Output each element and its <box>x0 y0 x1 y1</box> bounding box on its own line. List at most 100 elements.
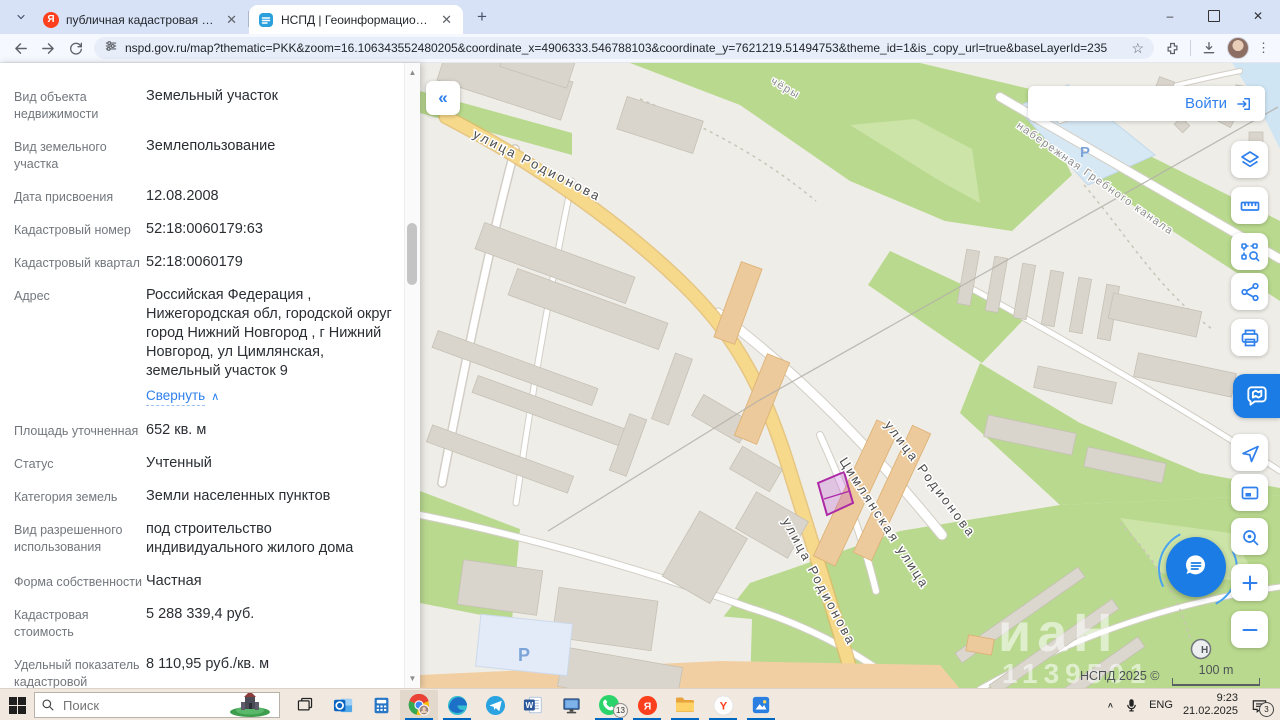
zoom-in-button[interactable] <box>1231 564 1268 601</box>
locate-button[interactable] <box>1231 434 1268 471</box>
zoom-out-button[interactable] <box>1231 611 1268 648</box>
system-tray: ∧ ENG 9:23 21.02.2025 3 <box>1107 692 1280 718</box>
print-icon <box>1239 327 1261 349</box>
download-icon[interactable] <box>1199 38 1219 58</box>
panel-collapse-button[interactable]: « <box>426 81 460 115</box>
reload-icon[interactable] <box>66 38 86 58</box>
area-search-button[interactable] <box>1231 233 1268 270</box>
language-indicator[interactable]: ENG <box>1149 699 1173 711</box>
scroll-up-icon[interactable]: ▲ <box>405 65 420 81</box>
attribute-label: Кадастровый квартал <box>14 253 142 272</box>
login-bar[interactable]: Войти <box>1028 86 1265 121</box>
share-button[interactable] <box>1231 273 1268 310</box>
search-highlight-image[interactable] <box>227 693 273 717</box>
attribute-label: Адрес <box>14 286 142 407</box>
close-icon[interactable]: ✕ <box>439 12 454 28</box>
tab-search-chevron-icon[interactable] <box>8 4 34 30</box>
watermark-label: иаН <box>998 603 1118 663</box>
start-button[interactable] <box>0 689 34 720</box>
calculator-button[interactable] <box>362 690 400 720</box>
map-basemap: улица Родионоваулица Родионоваулица Роди… <box>420 63 1280 689</box>
attribute-label: Вид объекта недвижимости <box>14 87 142 123</box>
maximize-button[interactable] <box>1192 0 1236 32</box>
photos-icon <box>751 695 771 715</box>
attribute-value: 8 110,95 руб./кв. м <box>146 655 392 689</box>
address-bar[interactable]: nspd.gov.ru/map?thematic=PKK&zoom=16.106… <box>94 37 1154 59</box>
whatsapp-badge: 13 <box>613 703 628 718</box>
zoom-out-icon <box>1239 619 1261 641</box>
svg-text:Я: Я <box>643 700 651 712</box>
overview-map-icon <box>1239 482 1261 504</box>
back-icon[interactable] <box>10 38 30 58</box>
tray-date: 21.02.2025 <box>1183 705 1238 718</box>
attribute-label: Кадастровый номер <box>14 220 142 239</box>
url-text[interactable]: nspd.gov.ru/map?thematic=PKK&zoom=16.106… <box>125 41 1124 55</box>
notification-center-button[interactable]: 3 <box>1248 694 1270 716</box>
search-on-map-button[interactable] <box>1231 518 1268 555</box>
calculator-icon <box>372 696 391 715</box>
chevron-up-icon[interactable]: ∧ <box>211 391 219 403</box>
panel-scrollbar[interactable]: ▲ ▼ <box>404 63 420 689</box>
search-input[interactable] <box>61 697 221 714</box>
explorer-icon <box>674 694 696 716</box>
overview-map-button[interactable] <box>1231 474 1268 511</box>
chat-button[interactable] <box>1166 537 1226 597</box>
word-icon: W <box>523 695 543 715</box>
ruler-icon <box>1239 195 1261 217</box>
attribute-value: Земельный участок <box>146 87 392 123</box>
outlook-button[interactable] <box>324 690 362 720</box>
taskview-button[interactable] <box>286 690 324 720</box>
area-search-icon <box>1239 241 1261 263</box>
chrome-button[interactable] <box>400 690 438 720</box>
photos-button[interactable] <box>742 690 780 720</box>
share-icon <box>1239 281 1261 303</box>
pc-button[interactable] <box>552 690 590 720</box>
outlook-icon <box>333 695 354 716</box>
taskbar-search[interactable] <box>34 692 280 718</box>
hidden-icons-chevron[interactable]: ∧ <box>1107 701 1114 709</box>
close-icon[interactable]: ✕ <box>224 12 239 28</box>
site-settings-icon[interactable] <box>104 39 118 58</box>
y-browser-button[interactable]: Y <box>704 690 742 720</box>
layers-button[interactable] <box>1231 141 1268 178</box>
explorer-button[interactable] <box>666 690 704 720</box>
toolbar-divider <box>1190 40 1191 56</box>
forward-icon[interactable] <box>38 38 58 58</box>
telegram-button[interactable] <box>476 690 514 720</box>
microphone-icon[interactable] <box>1124 698 1139 713</box>
scroll-down-icon[interactable]: ▼ <box>405 671 420 687</box>
map-canvas[interactable]: улица Родионоваулица Родионоваулица Роди… <box>420 63 1280 689</box>
attribute-value: 52:18:0060179:63 <box>146 220 392 239</box>
close-window-button[interactable]: ✕ <box>1236 0 1280 32</box>
word-button[interactable]: W <box>514 690 552 720</box>
new-tab-button[interactable]: + <box>469 4 495 30</box>
menu-kebab-icon[interactable]: ⋮ <box>1257 40 1270 56</box>
minimize-button[interactable]: – <box>1148 0 1192 32</box>
tab-label: НСПД | Геоинформационный <box>281 13 432 27</box>
attribute-value: Частная <box>146 572 392 591</box>
address-collapse-link[interactable]: Свернуть <box>146 386 205 406</box>
profile-avatar[interactable] <box>1227 37 1249 59</box>
object-card-icon <box>1244 383 1270 409</box>
edge-button[interactable] <box>438 690 476 720</box>
map-attribution: НСПД 2025 © <box>1080 669 1159 683</box>
taskview-icon <box>296 696 314 714</box>
measure-button[interactable] <box>1231 187 1268 224</box>
tray-clock[interactable]: 9:23 21.02.2025 <box>1183 692 1238 718</box>
start-icon <box>9 697 26 714</box>
print-button[interactable] <box>1231 319 1268 356</box>
object-card-button[interactable] <box>1233 374 1280 418</box>
yandex-browser-icon: Я <box>637 695 658 716</box>
object-info-panel: Вид объекта недвижимостиЗемельный участо… <box>0 63 420 689</box>
y-browser-icon: Y <box>713 695 734 716</box>
tab-cadastral-map[interactable]: Я публичная кадастровая карта ✕ <box>34 5 248 34</box>
scrollbar-thumb[interactable] <box>407 223 417 285</box>
whatsapp-button[interactable]: 13 <box>590 690 628 720</box>
tab-nspd[interactable]: НСПД | Геоинформационный ✕ <box>249 5 463 34</box>
bookmark-star-icon[interactable]: ☆ <box>1131 40 1144 57</box>
svg-text:W: W <box>526 701 534 710</box>
extensions-icon[interactable] <box>1162 38 1182 58</box>
attribute-value: 5 288 339,4 руб. <box>146 605 392 641</box>
panel-row: Кадастровый квартал52:18:0060179 <box>14 253 392 272</box>
yandex-browser-button[interactable]: Я <box>628 690 666 720</box>
